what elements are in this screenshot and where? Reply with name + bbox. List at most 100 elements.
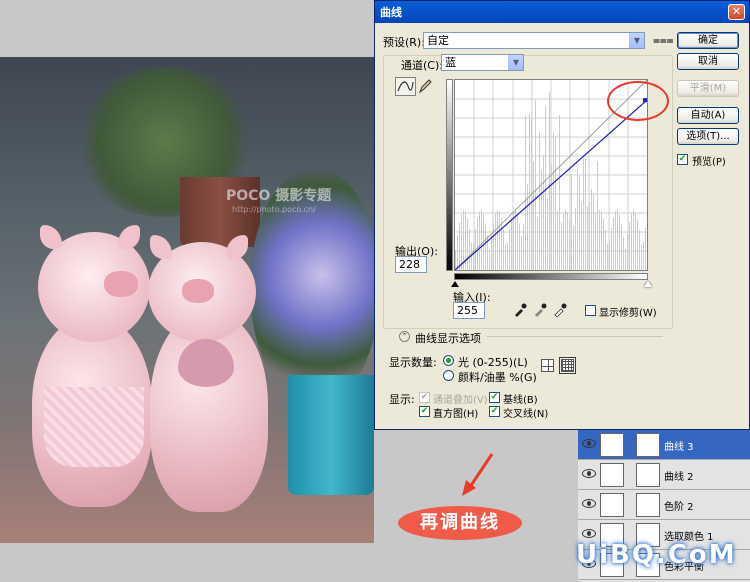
background-photo: POCO 摄影专题 http://photo.poco.cn/	[0, 57, 374, 543]
histogram-bar	[565, 210, 566, 270]
curve-tool-icon[interactable]	[395, 77, 416, 96]
pencil-icon[interactable]	[418, 78, 432, 94]
histogram-bar	[489, 249, 490, 270]
histogram-bar	[553, 132, 554, 270]
layer-mask-thumbnail[interactable]	[636, 433, 660, 457]
histogram-bar	[561, 222, 562, 270]
histogram-bar	[637, 218, 638, 270]
light-radio[interactable]	[443, 355, 454, 366]
white-eyedropper-icon[interactable]	[553, 303, 567, 317]
simple-grid-icon[interactable]	[541, 359, 554, 372]
watermark: POCO 摄影专题	[226, 188, 332, 204]
histogram-bar	[639, 230, 640, 270]
histogram-bar	[473, 242, 474, 270]
pigment-radio[interactable]	[443, 370, 454, 381]
layer-mask-thumbnail[interactable]	[636, 463, 660, 487]
curves-adjustment-icon	[600, 463, 624, 487]
histogram-label: 直方图(H)	[433, 409, 479, 420]
preset-value: 自定	[427, 34, 449, 47]
histogram-bar	[525, 115, 526, 270]
histogram-bar	[503, 229, 504, 270]
histogram-checkbox[interactable]: ✔	[419, 406, 430, 417]
watermark-url: http://photo.poco.cn/	[232, 205, 316, 214]
histogram-bar	[563, 213, 564, 270]
histogram-bar	[569, 218, 570, 270]
pig-left-apron	[44, 387, 144, 467]
histogram-bar	[587, 206, 588, 270]
histogram-bar	[589, 202, 590, 270]
ok-button[interactable]: 确定	[677, 32, 739, 49]
histogram-bar	[597, 161, 598, 270]
eye-icon[interactable]	[582, 499, 596, 508]
light-radio-label: 光 (0-255)(L)	[458, 356, 528, 369]
layer-mask-thumbnail[interactable]	[636, 493, 660, 517]
auto-button[interactable]: 自动(A)	[677, 107, 739, 124]
baseline-label: 基线(B)	[503, 395, 538, 406]
preview-label: 预览(P)	[692, 157, 726, 168]
layer-row[interactable]: 色阶 2	[578, 490, 750, 520]
histogram-bar	[595, 212, 596, 270]
highlight-circle	[607, 81, 669, 121]
black-eyedropper-icon[interactable]	[513, 303, 527, 317]
pig-left-ear	[40, 225, 62, 249]
histogram-bar	[613, 217, 614, 270]
histogram-bar	[505, 243, 506, 270]
histogram-bar	[539, 131, 540, 270]
histogram-bar	[643, 241, 644, 270]
preset-select[interactable]: 自定 ▼	[423, 32, 645, 49]
histogram-bar	[535, 100, 536, 270]
collapse-toggle-icon[interactable]: ⌃	[399, 331, 410, 342]
histogram-bar	[555, 137, 556, 270]
pig-right-ear	[150, 235, 172, 259]
layer-row[interactable]: 曲线 2	[578, 460, 750, 490]
histogram-bar	[603, 218, 604, 270]
histogram-bar	[609, 241, 610, 270]
eye-icon[interactable]	[582, 469, 596, 478]
histogram-bar	[629, 222, 630, 270]
white-point-slider[interactable]	[644, 281, 652, 287]
preview-checkbox[interactable]: ✔	[677, 154, 688, 165]
histogram-bar	[575, 208, 576, 270]
show-clipping-checkbox[interactable]	[585, 305, 596, 316]
input-field[interactable]: 255	[453, 302, 485, 319]
histogram-bar	[571, 173, 572, 270]
intersection-line-checkbox[interactable]: ✔	[489, 406, 500, 417]
chevron-down-icon: ▼	[629, 33, 644, 48]
chevron-down-icon: ▼	[508, 55, 523, 70]
channel-select[interactable]: 蓝 ▼	[441, 54, 524, 71]
divider	[487, 336, 663, 337]
show-amount-label: 显示数量:	[389, 356, 437, 369]
gray-eyedropper-icon[interactable]	[533, 303, 547, 317]
callout-label: 再调曲线	[398, 506, 522, 540]
pig-left-snout	[104, 271, 138, 297]
eye-icon[interactable]	[582, 439, 596, 448]
baseline-checkbox[interactable]: ✔	[489, 392, 500, 403]
histogram-bar	[545, 106, 546, 270]
smooth-button[interactable]: 平滑(M)	[677, 80, 739, 97]
histogram-bar	[511, 217, 512, 270]
histogram-bar	[533, 161, 534, 270]
eye-icon[interactable]	[582, 529, 596, 538]
layer-row[interactable]: 曲线 3	[578, 430, 750, 460]
output-field[interactable]: 228	[395, 256, 427, 273]
black-point-slider[interactable]	[451, 281, 459, 287]
histogram-bar	[459, 223, 460, 270]
cancel-button[interactable]: 取消	[677, 53, 739, 70]
histogram-bar	[497, 210, 498, 270]
histogram-bar	[521, 236, 522, 270]
preset-label: 预设(R):	[383, 36, 425, 49]
options-button[interactable]: 选项(T)...	[677, 128, 739, 145]
channel-overlay-checkbox[interactable]: ✔	[419, 392, 430, 403]
histogram-bar	[523, 223, 524, 270]
histogram-bar	[529, 114, 530, 270]
detailed-grid-button[interactable]	[559, 357, 576, 374]
histogram-bar	[583, 158, 584, 270]
preset-menu-icon[interactable]: ⩶	[653, 33, 674, 48]
pig-left-ear	[118, 225, 140, 249]
dialog-titlebar[interactable]: 曲线	[375, 1, 749, 23]
histogram-bar	[591, 189, 592, 270]
histogram-bar	[621, 224, 622, 270]
histogram-bar	[641, 244, 642, 270]
close-button[interactable]: ✕	[728, 4, 745, 20]
histogram-bar	[633, 210, 634, 270]
